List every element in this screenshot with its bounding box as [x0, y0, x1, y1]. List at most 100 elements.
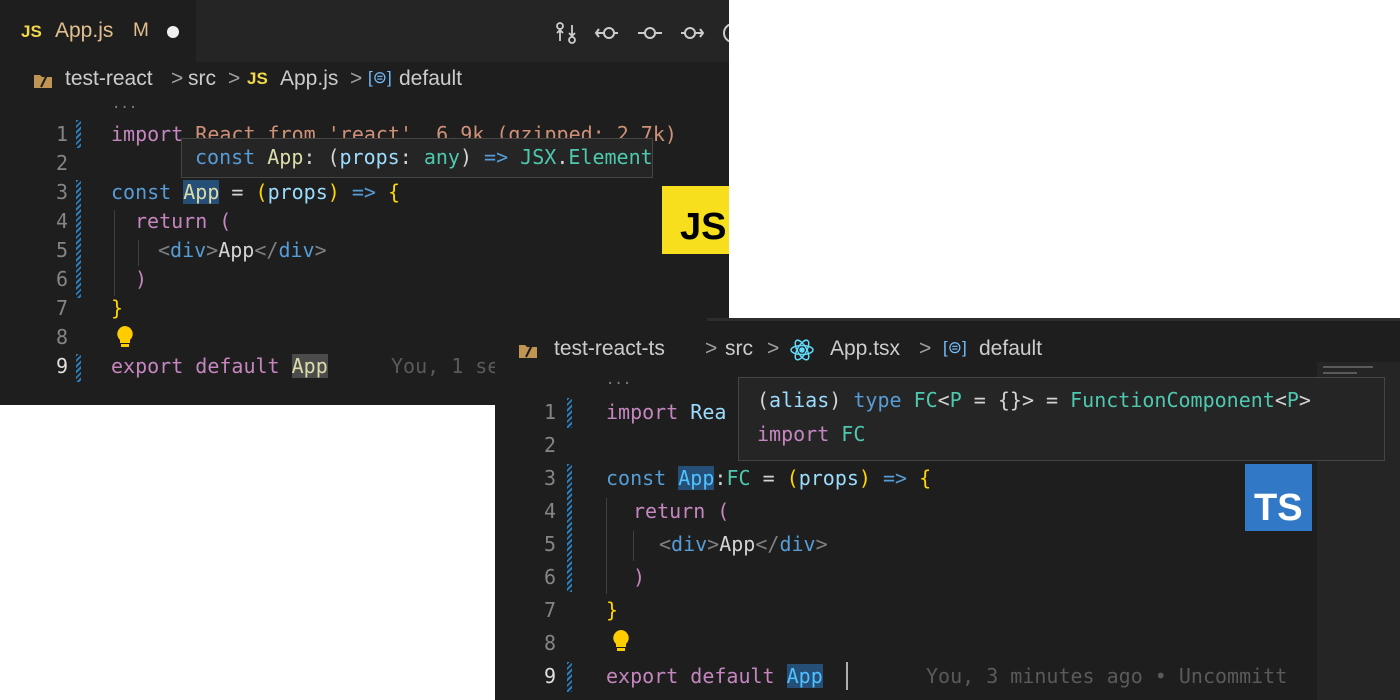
line-number-current: 9 [55, 354, 68, 378]
identifier-app: App [678, 466, 715, 490]
keyword-import: import [111, 122, 184, 146]
unsaved-dot-icon[interactable] [167, 26, 179, 38]
line-number: 3 [55, 180, 68, 204]
git-change-marker[interactable] [567, 662, 572, 692]
code-line-7[interactable]: } [606, 598, 618, 622]
code-line-3[interactable]: const App = (props) => { [111, 180, 400, 204]
open-paren: ( [207, 209, 232, 233]
symbol-variable-icon: [⊜] [943, 338, 967, 357]
more-actions-icon[interactable] [720, 20, 729, 46]
code-line-4[interactable]: return ( [135, 209, 231, 233]
breadcrumb: test-react > src > JS App.js > [⊜] defau… [32, 67, 722, 97]
code-line-9[interactable]: export default App [111, 354, 328, 378]
react-icon [789, 338, 815, 368]
identifier-app: App [291, 354, 328, 378]
line-number: 5 [55, 238, 68, 262]
open-brace: { [388, 180, 401, 204]
indent-guide [606, 498, 607, 594]
arrow-operator: => [870, 466, 920, 490]
code-line-5[interactable]: <div>App</div> [659, 532, 828, 556]
line-number: 2 [543, 433, 556, 457]
previous-change-icon[interactable] [594, 20, 620, 46]
type-colon: : [714, 466, 727, 490]
tab-app-js[interactable]: JS App.js M [0, 0, 196, 62]
code-line-1[interactable]: import Rea [606, 400, 726, 424]
modified-badge: M [133, 20, 149, 41]
breadcrumb-file[interactable]: App.tsx [830, 337, 900, 361]
git-change-marker[interactable] [567, 398, 572, 428]
breadcrumb-separator: > [228, 67, 241, 90]
folder-icon [517, 339, 539, 367]
keyword-return: return [135, 209, 208, 233]
code-line-3[interactable]: const App:FC = (props) => { [606, 466, 931, 490]
breadcrumb-file[interactable]: App.js [280, 67, 338, 91]
breadcrumb-folder[interactable]: src [188, 67, 216, 91]
hover-keyword-const: const [195, 145, 256, 169]
breadcrumb-symbol[interactable]: default [399, 67, 462, 91]
line-number: 6 [55, 267, 68, 291]
jsx-bracket: > [707, 532, 720, 556]
javascript-file-icon: JS [247, 69, 268, 88]
keyword-export: export [606, 664, 679, 688]
jsx-bracket: > [815, 532, 828, 556]
breadcrumb-folder[interactable]: src [725, 337, 753, 361]
git-change-marker[interactable] [76, 180, 81, 298]
compare-changes-icon[interactable] [553, 20, 579, 46]
lightbulb-icon[interactable] [610, 628, 632, 658]
code-line-6[interactable]: ) [135, 267, 147, 291]
git-change-marker[interactable] [567, 464, 572, 592]
jsx-tag-div: div [779, 532, 816, 556]
code-line-5[interactable]: <div>App</div> [158, 238, 327, 262]
hover-namespace: JSX [508, 145, 557, 169]
hover-type-param: P [1286, 388, 1299, 412]
breadcrumb-project[interactable]: test-react-ts [554, 337, 665, 361]
text-cursor [846, 662, 848, 690]
jsx-bracket: < [158, 238, 171, 262]
hover-target-type: FunctionComponent [1070, 388, 1275, 412]
hover-punct: ) [829, 388, 854, 412]
typescript-badge: TS [1245, 464, 1312, 531]
hover-arrow: => [484, 145, 509, 169]
jsx-bracket: > [206, 238, 219, 262]
hover-tooltip: const App: (props: any) => JSX.Element [181, 138, 653, 178]
keyword-return: return [633, 499, 706, 523]
code-line-9[interactable]: export default App [606, 664, 823, 688]
hover-punct: < [1274, 388, 1287, 412]
ts-editor-window: test-react-ts > src > App.tsx > [⊜] defa… [495, 318, 1400, 700]
close-brace: } [606, 598, 619, 622]
close-brace: } [111, 296, 124, 320]
keyword-export: export [111, 354, 184, 378]
param-props: props [267, 180, 328, 204]
code-line-4[interactable]: return ( [633, 499, 729, 523]
open-paren: ( [705, 499, 730, 523]
line-number: 7 [543, 598, 556, 622]
breadcrumb-project[interactable]: test-react [65, 67, 153, 91]
hover-punct: ( [757, 388, 770, 412]
keyword-default: default [183, 354, 292, 378]
line-number: 1 [543, 400, 556, 424]
code-line-6[interactable]: ) [633, 565, 645, 589]
hover-keyword-import: import [757, 422, 830, 446]
breadcrumb-symbol[interactable]: default [979, 337, 1042, 361]
git-blame-annotation: You, 3 minutes ago • Uncommitt [926, 664, 1288, 688]
line-number: 6 [543, 565, 556, 589]
hover-alias-label: alias [769, 388, 830, 412]
hover-param: props [339, 145, 400, 169]
folded-region-ellipsis[interactable]: ... [112, 96, 137, 112]
keyword-const: const [111, 180, 172, 204]
lightbulb-icon[interactable] [114, 324, 136, 354]
folded-region-ellipsis[interactable]: ... [606, 372, 631, 388]
hover-punct: < [937, 388, 950, 412]
commit-icon[interactable] [637, 20, 663, 46]
badge-label: TS [1254, 487, 1303, 529]
breadcrumb-separator: > [705, 337, 718, 360]
next-change-icon[interactable] [679, 20, 705, 46]
hover-return-type: Element [568, 145, 653, 169]
editor-tab-bar: JS App.js M [0, 0, 729, 62]
git-change-marker[interactable] [76, 354, 81, 382]
git-change-marker[interactable] [76, 120, 81, 148]
indent-guide [138, 240, 139, 266]
arrow-operator: => [339, 180, 388, 204]
code-line-7[interactable]: } [111, 296, 123, 320]
line-number: 8 [55, 325, 68, 349]
